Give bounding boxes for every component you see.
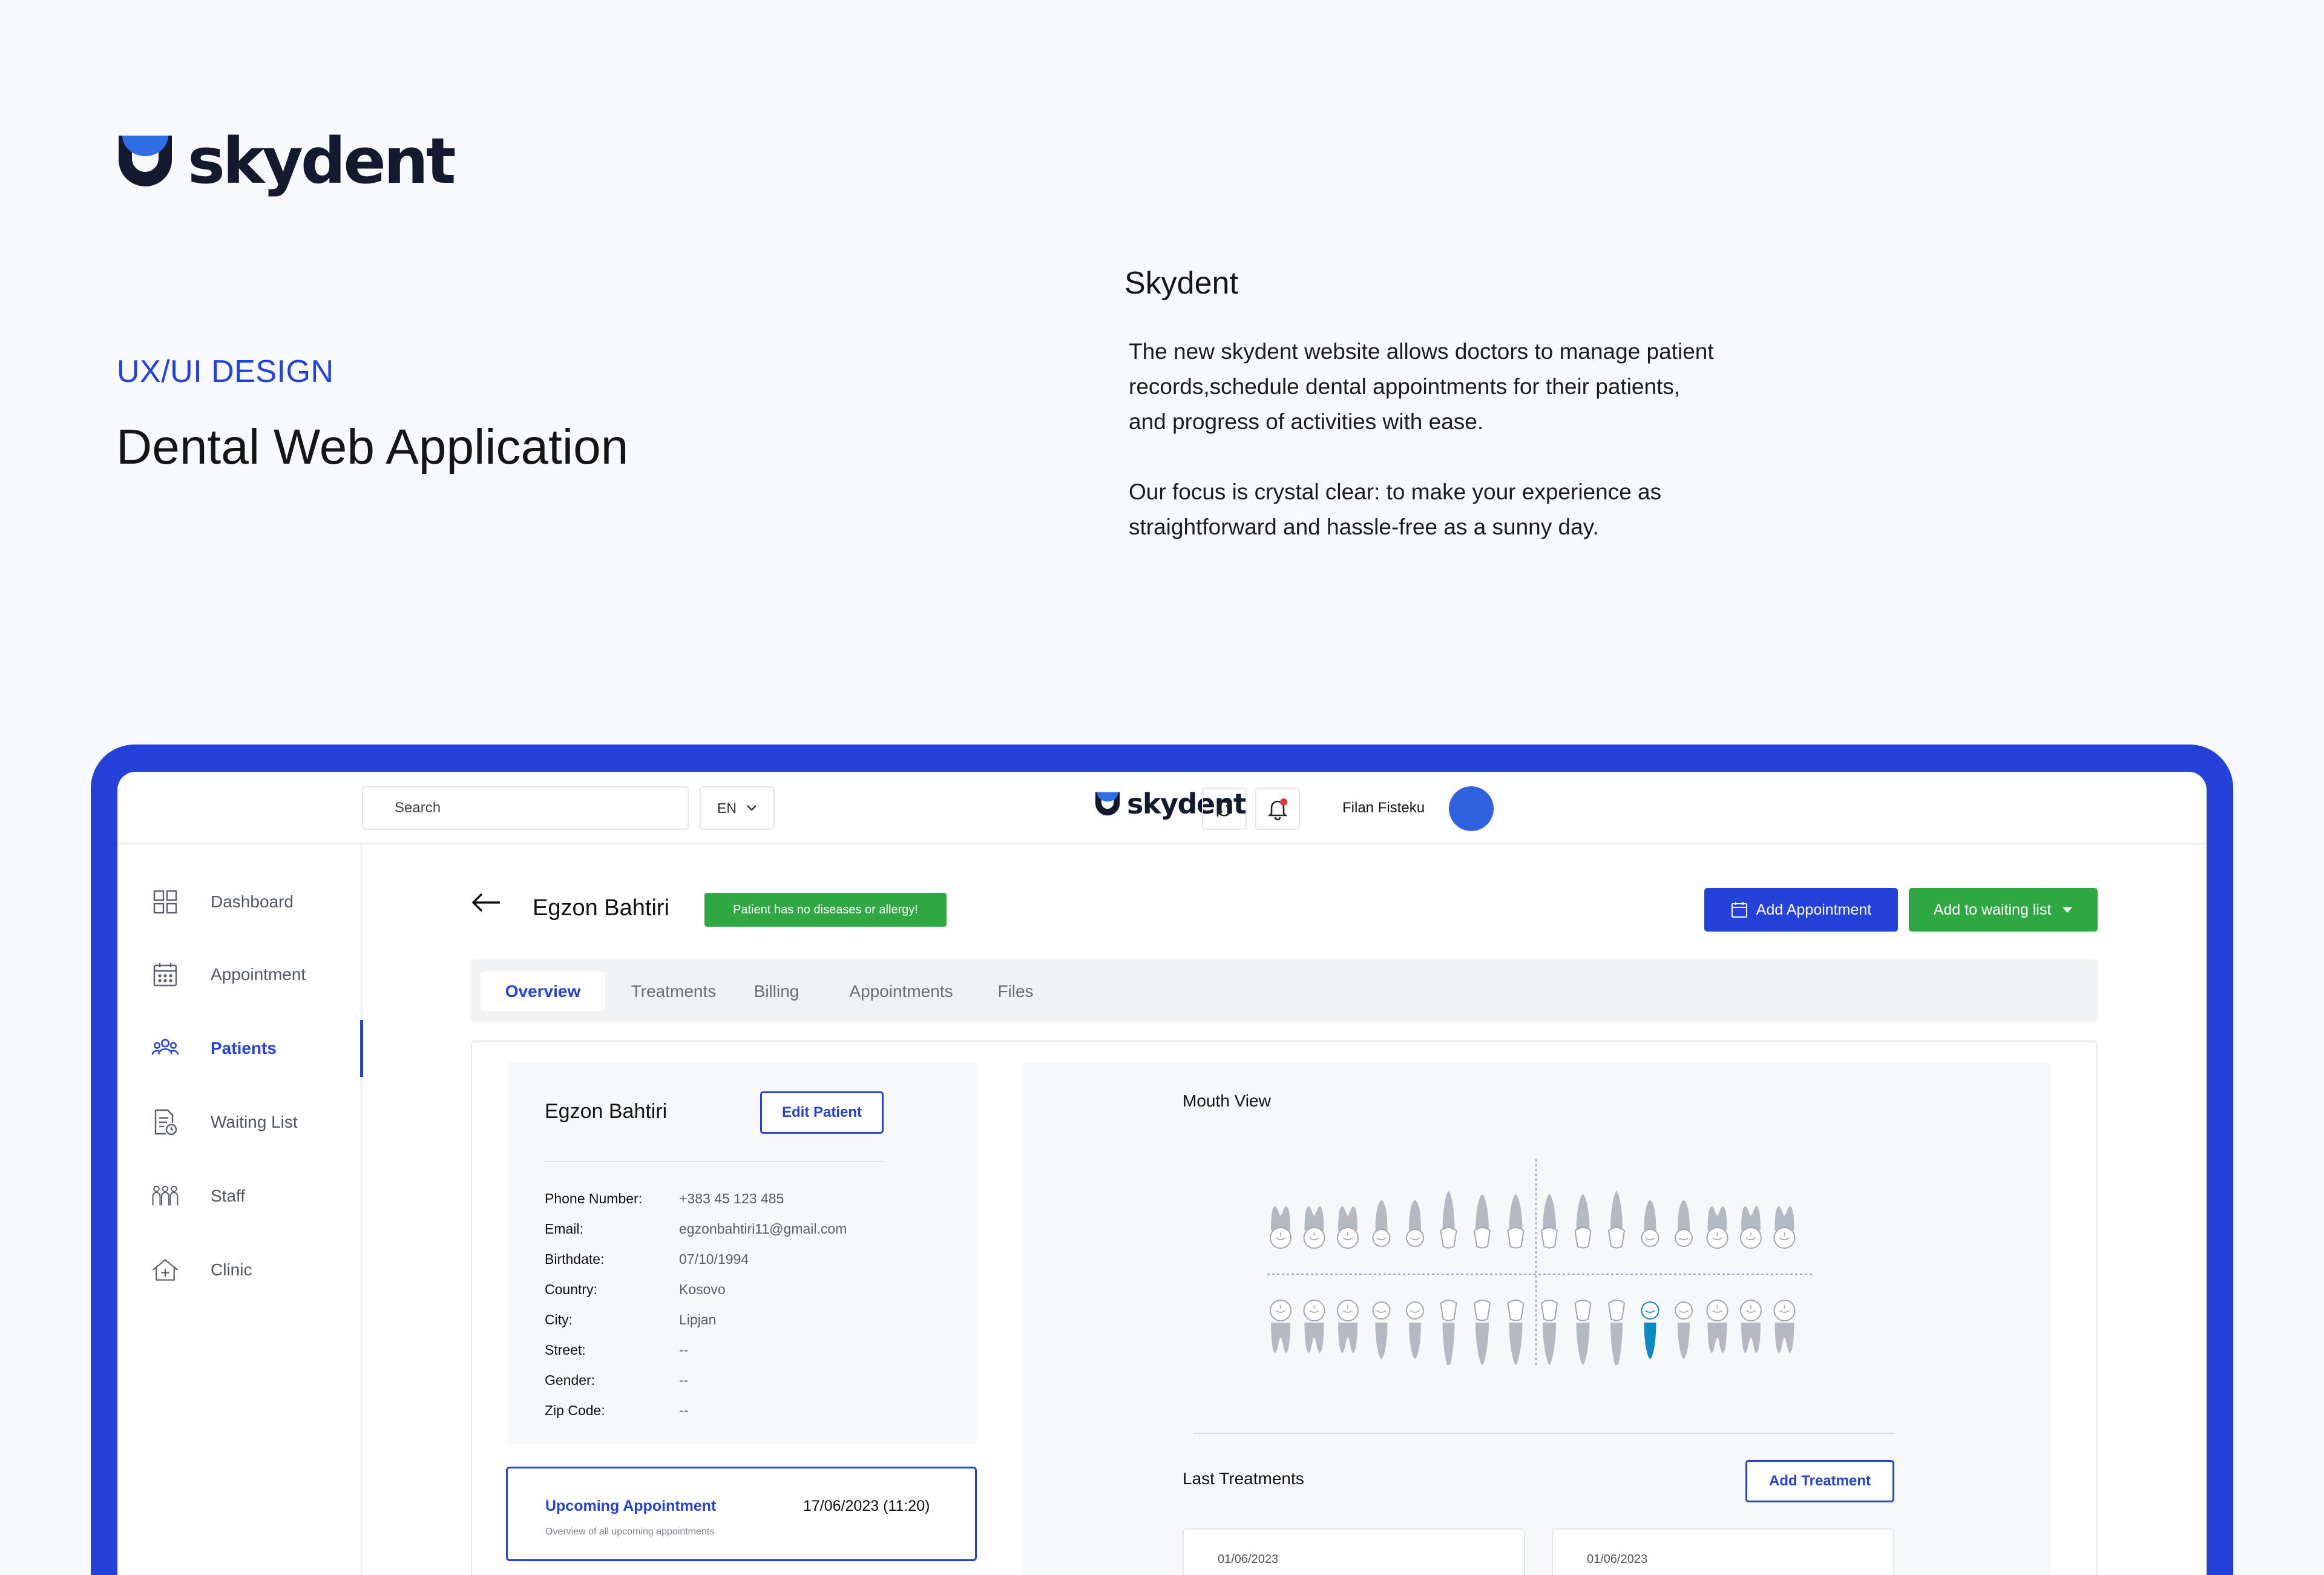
field-label: Zip Code:: [545, 1402, 605, 1418]
sidebar: Dashboard Appointment Patients Waiting L…: [117, 844, 363, 1575]
sidebar-item-staff[interactable]: Staff: [117, 1168, 362, 1225]
divider: [1193, 1433, 1894, 1434]
add-to-waiting-list-button[interactable]: Add to waiting list: [1909, 888, 2098, 932]
edit-patient-button[interactable]: Edit Patient: [760, 1091, 884, 1134]
field-value: Kosovo: [679, 1281, 726, 1297]
allergy-status-badge: Patient has no diseases or allergy!: [704, 893, 947, 927]
last-treatments-title: Last Treatments: [1183, 1469, 1304, 1488]
tab-files[interactable]: Files: [979, 972, 1052, 1011]
clinic-icon: [151, 1256, 179, 1284]
upcoming-appointment-card[interactable]: Upcoming Appointment Overview of all upc…: [506, 1467, 977, 1561]
upcoming-appointment-subtitle: Overview of all upcoming appointments: [545, 1527, 715, 1537]
people-icon: [151, 1034, 179, 1062]
sidebar-item-clinic[interactable]: Clinic: [117, 1241, 362, 1298]
field-label: Phone Number:: [545, 1191, 643, 1206]
add-to-waiting-list-label: Add to waiting list: [1933, 901, 2052, 918]
field-value: +383 45 123 485: [679, 1191, 784, 1206]
field-value: --: [679, 1372, 689, 1388]
notifications-button[interactable]: [1255, 787, 1300, 830]
field-value: --: [679, 1342, 689, 1358]
refresh-button[interactable]: [1202, 787, 1247, 830]
calendar-icon: [151, 961, 179, 988]
treatment-card[interactable]: 01/06/2023: [1552, 1528, 1894, 1575]
tab-overview[interactable]: Overview: [481, 972, 605, 1011]
treatment-date: 01/06/2023: [1587, 1553, 1648, 1566]
field-value: Lipjan: [679, 1312, 717, 1327]
tab-treatments[interactable]: Treatments: [622, 972, 725, 1011]
skydent-mark-icon: [1095, 792, 1120, 816]
sidebar-item-waiting-list[interactable]: Waiting List: [117, 1094, 362, 1151]
refresh-icon: [1216, 801, 1232, 817]
kicker: UX/UI DESIGN: [117, 354, 334, 389]
mouth-view-title: Mouth View: [1183, 1091, 1271, 1110]
app-screen: Search EN skydent Filan Fisteku Dashboar…: [117, 772, 2207, 1575]
add-appointment-button[interactable]: Add Appointment: [1704, 888, 1898, 932]
description-paragraph: Our focus is crystal clear: to make your…: [1129, 479, 1662, 539]
headline: Dental Web Application: [116, 419, 629, 475]
sidebar-item-label: Patients: [211, 1039, 277, 1057]
field-value: 07/10/1994: [679, 1251, 749, 1267]
sidebar-item-label: Staff: [211, 1186, 246, 1205]
document-clock-icon: [151, 1108, 179, 1136]
field-label: Email:: [545, 1221, 583, 1237]
sidebar-item-label: Clinic: [211, 1260, 252, 1279]
user-name[interactable]: Filan Fisteku: [1342, 800, 1425, 817]
sidebar-item-label: Waiting List: [211, 1113, 298, 1131]
tab-appointments[interactable]: Appointments: [832, 972, 971, 1011]
brand-logo: skydent: [116, 124, 456, 198]
patient-tabs: Overview Treatments Billing Appointments…: [471, 959, 2098, 1022]
brand-wordmark: skydent: [188, 124, 456, 198]
project-description: The new skydent website allows doctors t…: [1129, 334, 1722, 545]
field-label: Street:: [545, 1342, 586, 1358]
sidebar-item-dashboard[interactable]: Dashboard: [117, 873, 362, 930]
divider: [545, 1161, 884, 1162]
patient-card-name: Egzon Bahtiri: [545, 1100, 668, 1123]
upcoming-appointment-title: Upcoming Appointment: [545, 1498, 717, 1514]
treatment-card[interactable]: 01/06/2023: [1183, 1528, 1525, 1575]
field-value: --: [679, 1402, 689, 1418]
chevron-down-icon: [747, 805, 757, 811]
sidebar-item-appointment[interactable]: Appointment: [117, 946, 362, 1003]
back-arrow-icon[interactable]: [470, 890, 501, 915]
avatar[interactable]: [1449, 786, 1494, 831]
add-treatment-button[interactable]: Add Treatment: [1745, 1460, 1894, 1502]
search-input[interactable]: Search: [362, 786, 689, 830]
treatment-date: 01/06/2023: [1218, 1553, 1279, 1566]
bell-icon: [1267, 798, 1288, 821]
tab-billing[interactable]: Billing: [737, 972, 816, 1011]
upcoming-appointment-datetime: 17/06/2023 (11:20): [803, 1498, 930, 1514]
dental-chart: [1267, 1159, 1812, 1365]
language-value: EN: [717, 800, 737, 816]
description-paragraph: The new skydent website allows doctors t…: [1129, 339, 1714, 434]
project-title: Skydent: [1124, 266, 1238, 301]
language-select[interactable]: EN: [700, 786, 775, 830]
add-appointment-label: Add Appointment: [1756, 901, 1872, 918]
sidebar-item-label: Appointment: [211, 965, 306, 984]
skydent-mark-icon: [119, 136, 172, 186]
top-bar: Search EN skydent Filan Fisteku: [117, 772, 2207, 844]
calendar-icon: [1731, 902, 1747, 918]
sidebar-item-label: Dashboard: [211, 892, 294, 911]
field-value: egzonbahtiri11@gmail.com: [679, 1221, 847, 1237]
sidebar-item-patients[interactable]: Patients: [117, 1020, 363, 1077]
patient-name-heading: Egzon Bahtiri: [533, 895, 670, 921]
staff-icon: [151, 1182, 179, 1210]
field-label: Country:: [545, 1281, 597, 1297]
grid-icon: [151, 888, 179, 916]
caret-down-icon: [2063, 907, 2073, 913]
field-label: Gender:: [545, 1372, 596, 1388]
field-label: City:: [545, 1312, 573, 1327]
field-label: Birthdate:: [545, 1251, 605, 1267]
